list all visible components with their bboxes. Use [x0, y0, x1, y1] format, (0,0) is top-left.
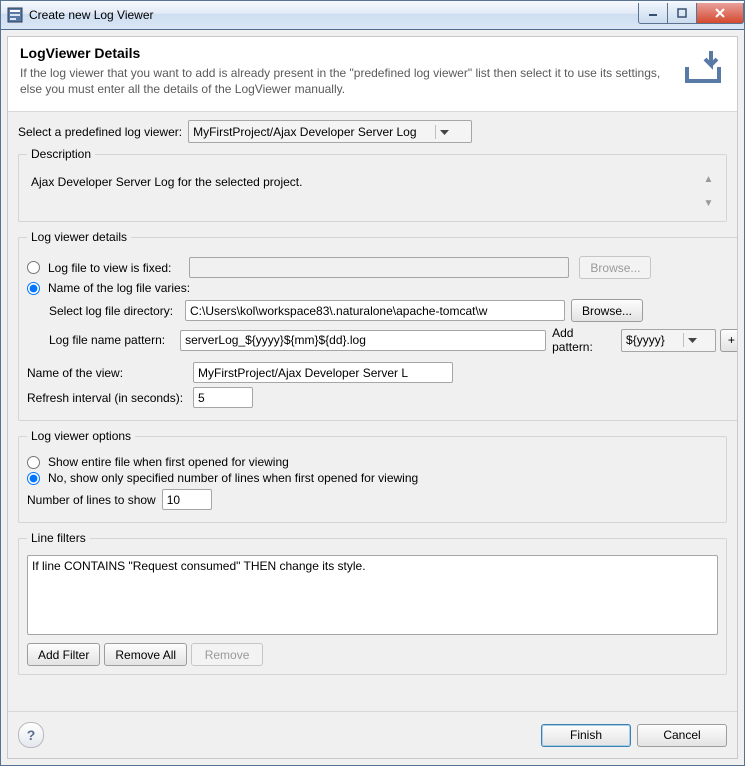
finish-button[interactable]: Finish — [541, 724, 631, 747]
description-scrollbar[interactable]: ▲ ▼ — [700, 172, 717, 212]
remove-button: Remove — [191, 643, 263, 666]
varies-radio[interactable] — [27, 282, 40, 295]
filters-group-title: Line filters — [27, 531, 90, 545]
viewname-input[interactable] — [193, 362, 453, 383]
partial-radio[interactable] — [27, 472, 40, 485]
varies-label: Name of the log file varies: — [48, 281, 190, 295]
import-icon — [679, 45, 727, 97]
entire-label: Show entire file when first opened for v… — [48, 455, 289, 469]
add-pattern-select[interactable]: ${yyyy} — [621, 329, 716, 352]
dir-browse-button[interactable]: Browse... — [571, 299, 643, 322]
scroll-up-icon[interactable]: ▲ — [704, 175, 714, 185]
entire-radio[interactable] — [27, 456, 40, 469]
scroll-down-icon[interactable]: ▼ — [704, 199, 714, 209]
options-group: Log viewer options Show entire file when… — [18, 429, 727, 523]
banner-heading: LogViewer Details — [20, 45, 679, 61]
close-button[interactable] — [696, 3, 744, 24]
help-button[interactable]: ? — [18, 722, 44, 748]
partial-label: No, show only specified number of lines … — [48, 471, 418, 485]
minimize-button[interactable] — [638, 3, 668, 24]
refresh-label: Refresh interval (in seconds): — [27, 391, 193, 405]
options-group-title: Log viewer options — [27, 429, 135, 443]
details-group-title: Log viewer details — [27, 230, 131, 244]
list-item[interactable]: If line CONTAINS "Request consumed" THEN… — [32, 559, 713, 573]
banner-description: If the log viewer that you want to add i… — [20, 65, 679, 97]
app-icon — [7, 7, 23, 23]
maximize-button[interactable] — [667, 3, 697, 24]
dialog-footer: ? Finish Cancel — [8, 711, 737, 758]
add-pattern-button[interactable]: + — [720, 329, 737, 352]
dir-label: Select log file directory: — [49, 304, 185, 318]
dir-input[interactable] — [185, 300, 565, 321]
description-group-title: Description — [27, 147, 95, 161]
predefined-label: Select a predefined log viewer: — [18, 125, 182, 139]
form-area: Select a predefined log viewer: MyFirstP… — [8, 112, 737, 711]
cancel-button[interactable]: Cancel — [637, 724, 727, 747]
dialog-content: LogViewer Details If the log viewer that… — [7, 36, 738, 759]
banner: LogViewer Details If the log viewer that… — [8, 37, 737, 112]
description-text: Ajax Developer Server Log for the select… — [31, 175, 302, 189]
predefined-value: MyFirstProject/Ajax Developer Server Log — [193, 125, 434, 139]
filters-list[interactable]: If line CONTAINS "Request consumed" THEN… — [27, 555, 718, 635]
numlines-label: Number of lines to show — [27, 493, 156, 507]
window-buttons — [639, 3, 744, 23]
description-text-area[interactable]: Ajax Developer Server Log for the select… — [27, 171, 718, 213]
titlebar[interactable]: Create new Log Viewer — [1, 1, 744, 30]
fixed-path-input — [189, 257, 569, 278]
fixed-browse-button: Browse... — [579, 256, 651, 279]
fixed-label: Log file to view is fixed: — [48, 261, 171, 275]
add-pattern-label: Add pattern: — [552, 326, 615, 354]
pattern-label: Log file name pattern: — [49, 333, 180, 347]
predefined-select[interactable]: MyFirstProject/Ajax Developer Server Log — [188, 120, 471, 143]
remove-all-button[interactable]: Remove All — [104, 643, 187, 666]
pattern-input[interactable] — [180, 330, 546, 351]
fixed-radio[interactable] — [27, 261, 40, 274]
details-group: Log viewer details Log file to view is f… — [18, 230, 737, 421]
viewname-label: Name of the view: — [27, 366, 193, 380]
refresh-input[interactable] — [193, 387, 253, 408]
chevron-down-icon — [435, 125, 467, 139]
description-group: Description Ajax Developer Server Log fo… — [18, 147, 727, 222]
numlines-input[interactable] — [162, 489, 212, 510]
add-pattern-value: ${yyyy} — [626, 333, 683, 347]
chevron-down-icon — [683, 333, 715, 347]
filters-group: Line filters If line CONTAINS "Request c… — [18, 531, 727, 675]
dialog-window: Create new Log Viewer LogViewer Details … — [0, 0, 745, 766]
window-title: Create new Log Viewer — [29, 8, 639, 22]
add-filter-button[interactable]: Add Filter — [27, 643, 100, 666]
